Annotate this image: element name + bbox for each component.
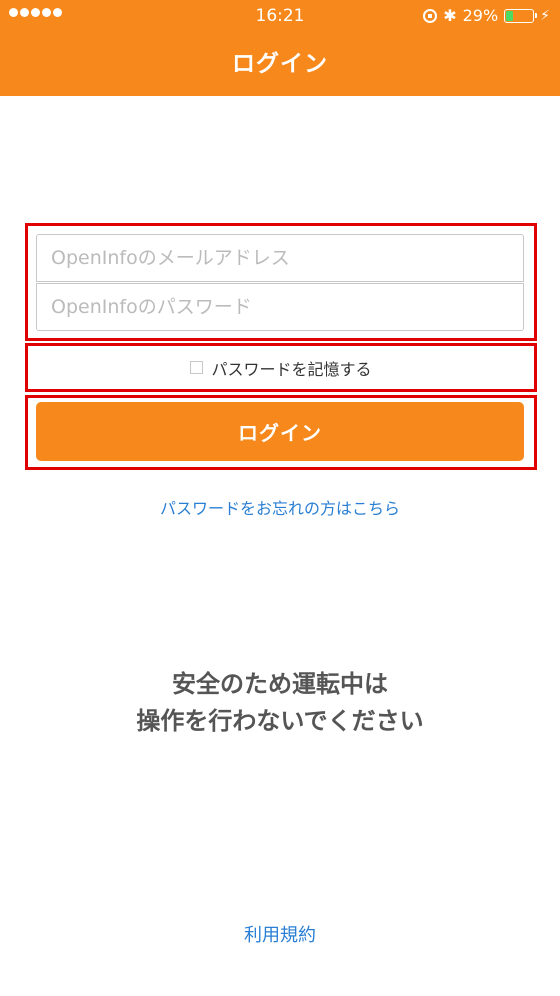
forgot-password-link[interactable]: パスワードをお忘れの方はこちら bbox=[0, 495, 560, 519]
page-title: ログイン bbox=[232, 51, 328, 77]
status-right-group: ✱ 29% ⚡ bbox=[423, 6, 550, 25]
remember-label: パスワードを記憶する bbox=[211, 359, 372, 379]
remember-checkbox[interactable] bbox=[190, 361, 204, 374]
safety-warning: 安全のため運転中は 操作を行わないでください bbox=[0, 666, 560, 740]
bluetooth-icon: ✱ bbox=[443, 5, 457, 25]
login-button[interactable]: ログイン bbox=[36, 402, 524, 461]
battery-level-fill bbox=[506, 10, 514, 21]
battery-percent: 29% bbox=[462, 6, 499, 25]
app-header: 16:21 ✱ 29% ⚡ ログイン bbox=[0, 0, 560, 96]
terms-link[interactable]: 利用規約 bbox=[0, 921, 560, 947]
battery-icon bbox=[504, 8, 538, 23]
password-input[interactable] bbox=[37, 284, 523, 330]
safety-warning-line-1: 安全のため運転中は bbox=[172, 670, 388, 698]
email-input[interactable] bbox=[37, 235, 523, 281]
charging-icon: ⚡ bbox=[540, 7, 550, 24]
rotation-lock-icon bbox=[423, 8, 438, 23]
status-bar: 16:21 ✱ 29% ⚡ bbox=[0, 0, 560, 32]
password-field[interactable] bbox=[36, 283, 524, 331]
safety-warning-line-2: 操作を行わないでください bbox=[136, 707, 424, 735]
remember-password-toggle[interactable]: パスワードを記憶する bbox=[28, 346, 534, 389]
email-field[interactable] bbox=[36, 234, 524, 282]
